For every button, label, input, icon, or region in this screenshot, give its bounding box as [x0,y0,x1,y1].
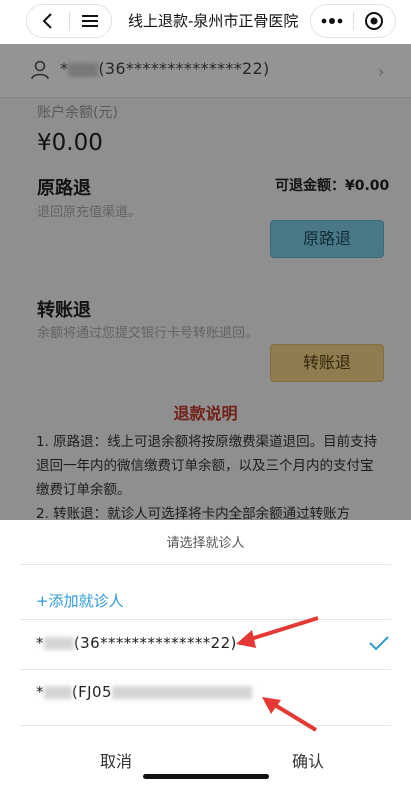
more-button[interactable] [311,5,353,37]
sheet-title: 请选择就诊人 [166,536,245,551]
back-button[interactable] [27,5,69,37]
modal-backdrop[interactable] [0,44,411,520]
nav-capsule-right [310,4,396,38]
option-id: (36**************22) [73,634,237,652]
close-miniprogram-button[interactable] [354,5,396,37]
cancel-button[interactable]: 取消 [100,748,132,772]
redacted-name [43,686,72,699]
divider [20,669,391,670]
target-close-icon [365,12,384,30]
page-title: 线上退款-泉州市正骨医院 [128,12,299,30]
divider [20,564,391,565]
option-prefix: * [36,683,44,701]
add-patient-link[interactable]: +添加就诊人 [36,590,124,611]
divider [20,725,391,726]
option-id: (FJ05 [71,683,112,701]
nav-capsule-left [26,4,112,38]
confirm-button[interactable]: 确认 [292,748,324,772]
redacted-name [43,637,74,650]
hamburger-menu-icon [82,15,99,27]
patient-option-1[interactable]: * (36**************22) [36,634,237,652]
menu-button[interactable] [70,5,112,37]
check-icon [369,636,389,651]
divider [20,619,391,620]
patient-option-2[interactable]: * (FJ05 [36,683,252,701]
home-indicator [143,774,269,779]
nav-bar: 线上退款-泉州市正骨医院 [0,0,411,44]
chevron-left-icon [42,13,52,29]
option-prefix: * [36,634,44,652]
patient-picker-sheet: 请选择就诊人 +添加就诊人 * (36**************22) * (FJ… [0,520,411,785]
more-dots-icon [321,18,343,24]
redacted-id [111,686,252,699]
